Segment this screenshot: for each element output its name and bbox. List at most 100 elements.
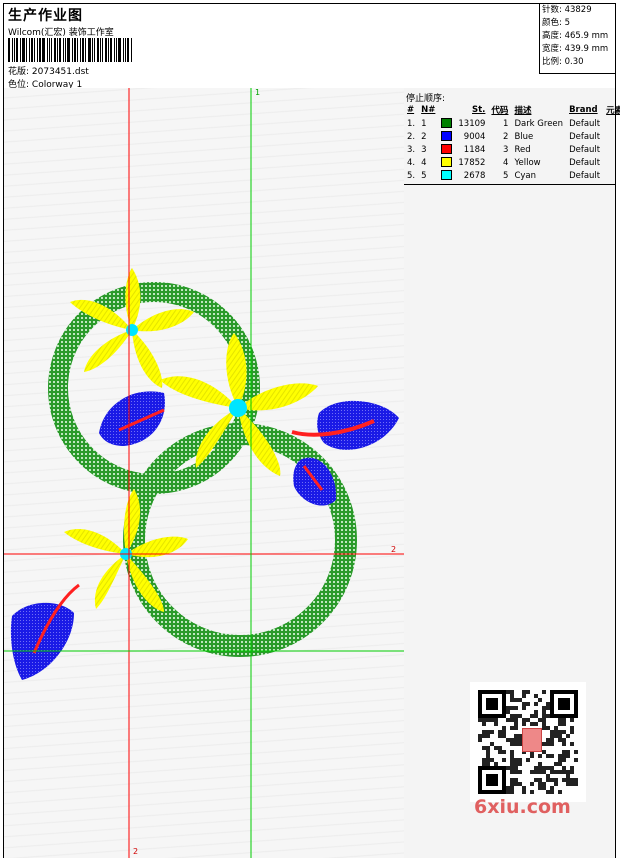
col-element: 元素: [606, 106, 620, 116]
table-row: 2. 2 9004 2 Blue Default: [404, 130, 620, 143]
barcode-bar: [57, 38, 58, 62]
stop-sequence-panel: 停止顺序: # N# St. 代码 描述 Brand 元素 1. 1 13109 1 D…: [404, 88, 620, 858]
design-stats: 针数: 43829 颜色: 5 高度: 465.9 mm 宽度: 439.9 m…: [539, 4, 615, 74]
barcode: [8, 38, 138, 62]
guide-label-bottom: 2: [133, 847, 139, 856]
barcode-bar: [42, 38, 45, 62]
cell-stitches: 13109: [458, 118, 486, 129]
design-file: 花版: 2073451.dst: [8, 64, 89, 77]
cell-stitches: 17852: [458, 157, 486, 168]
barcode-bar: [127, 38, 129, 62]
cell-desc: Blue: [514, 131, 534, 142]
barcode-bar: [20, 38, 21, 62]
cell-brand: Default: [569, 131, 601, 142]
barcode-bar: [88, 38, 91, 62]
barcode-bar: [67, 38, 70, 62]
barcode-bar: [125, 38, 126, 62]
cell-seq: 1.: [407, 118, 416, 129]
stat-width: 宽度: 439.9 mm: [542, 44, 609, 54]
barcode-bar: [74, 38, 76, 62]
company-name: Wilcom(汇宏) 装饰工作室: [8, 28, 114, 38]
barcode-bar: [92, 38, 93, 62]
cell-n: 4: [421, 157, 427, 168]
barcode-bar: [63, 38, 64, 62]
barcode-bar: [59, 38, 61, 62]
stat-stitches: 针数: 43829: [542, 5, 592, 15]
table-header-row: # N# St. 代码 描述 Brand 元素: [404, 103, 620, 117]
guide-label-top: 1: [255, 88, 261, 97]
barcode-bar: [34, 38, 35, 62]
stat-colors: 颜色: 5: [542, 18, 570, 28]
barcode-bar: [22, 38, 25, 62]
barcode-bar: [39, 38, 41, 62]
cell-swatch: [438, 117, 455, 130]
cell-seq: 2.: [407, 131, 416, 142]
cell-brand: Default: [569, 170, 601, 181]
cell-element: [603, 143, 620, 156]
barcode-bar: [16, 38, 18, 62]
design-preview: 1 2 2: [4, 88, 405, 858]
cell-seq: 4.: [407, 157, 416, 168]
cell-element: [603, 130, 620, 143]
barcode-bar: [8, 38, 10, 62]
table-row: 1. 1 13109 1 Dark Green Default: [404, 117, 620, 130]
col-swatch: [438, 103, 455, 117]
design-file-label: 花版:: [8, 67, 30, 77]
cell-brand: Default: [569, 157, 601, 168]
barcode-bar: [31, 38, 33, 62]
cell-brand: Default: [569, 144, 601, 155]
watermark-logo: 6xiu.com: [474, 796, 571, 818]
flower-bottom: [64, 489, 188, 612]
embroidery-artwork: [4, 88, 404, 858]
barcode-bar: [49, 38, 50, 62]
production-worksheet: 生产作业图 Wilcom(汇宏) 装饰工作室 花版: 2073451.dst 色…: [3, 3, 620, 858]
barcode-bar: [80, 38, 81, 62]
cell-swatch: [438, 169, 455, 182]
barcode-bar: [116, 38, 117, 62]
table-row: 3. 3 1184 3 Red Default: [404, 143, 620, 156]
barcode-bar: [102, 38, 103, 62]
col-n: N#: [421, 105, 436, 115]
stat-scale: 比例: 0.30: [542, 57, 584, 67]
barcode-bar: [100, 38, 101, 62]
barcode-bar: [29, 38, 30, 62]
cell-desc: Red: [514, 144, 531, 155]
cell-element: [603, 169, 620, 182]
barcode-bar: [108, 38, 109, 62]
col-stitches: St.: [472, 105, 486, 115]
cell-brand: Default: [569, 118, 601, 129]
cell-desc: Dark Green: [514, 118, 564, 129]
cell-stitches: 9004: [463, 131, 486, 142]
cell-element: [603, 156, 620, 169]
cell-element: [603, 117, 620, 130]
barcode-bar: [97, 38, 99, 62]
cell-code: 2: [503, 131, 509, 142]
color-swatch: [441, 144, 453, 155]
cell-desc: Yellow: [514, 157, 541, 168]
barcode-bar: [94, 38, 95, 62]
barcode-bar: [65, 38, 66, 62]
barcode-bar: [105, 38, 107, 62]
cell-desc: Cyan: [514, 170, 536, 181]
barcode-bar: [131, 38, 132, 62]
cell-seq: 5.: [407, 170, 416, 181]
cell-stitches: 1184: [463, 144, 486, 155]
barcode-bar: [82, 38, 84, 62]
table-divider: [404, 184, 615, 185]
cell-swatch: [438, 130, 455, 143]
barcode-bar: [51, 38, 52, 62]
cell-code: 5: [503, 170, 509, 181]
design-file-value: 2073451.dst: [31, 67, 89, 77]
col-brand: Brand: [569, 105, 598, 115]
cell-n: 3: [421, 144, 427, 155]
cell-stitches: 2678: [463, 170, 486, 181]
stat-height: 高度: 465.9 mm: [542, 31, 609, 41]
barcode-bar: [12, 38, 13, 62]
col-desc: 描述: [514, 106, 532, 116]
leaf-left-lower: [10, 583, 80, 680]
cell-code: 3: [503, 144, 509, 155]
cell-swatch: [438, 143, 455, 156]
leaf-right-upper: [291, 400, 399, 450]
leaf-right-middle: [293, 457, 337, 506]
barcode-bar: [110, 38, 112, 62]
